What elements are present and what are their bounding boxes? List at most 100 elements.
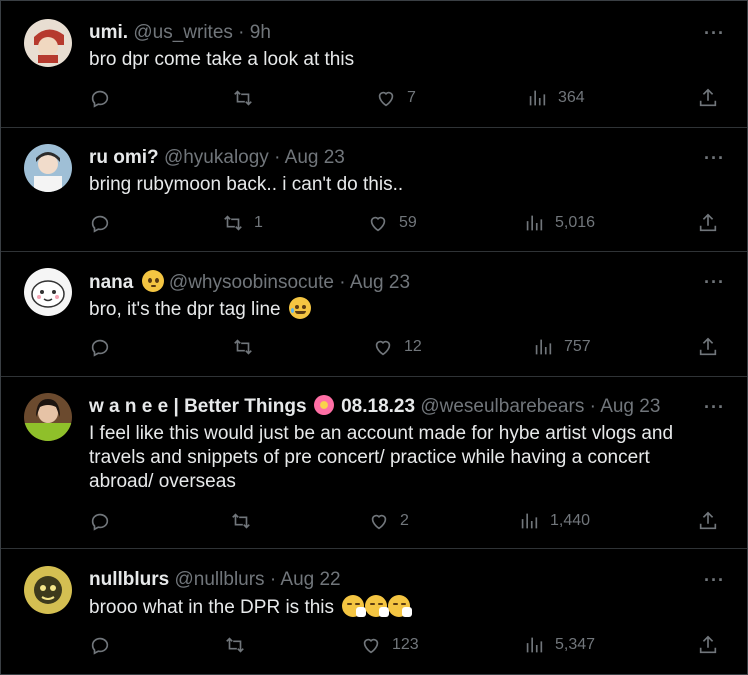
views-icon xyxy=(535,339,552,355)
separator-dot: · xyxy=(269,569,277,590)
share-icon xyxy=(699,88,717,107)
avatar[interactable] xyxy=(24,144,72,192)
timestamp[interactable]: Aug 22 xyxy=(280,569,340,590)
like-button[interactable]: 7 xyxy=(375,87,416,109)
display-name[interactable]: umi. xyxy=(89,22,128,43)
tweet[interactable]: w a n e e | Better Things 08.18.23 @wese… xyxy=(1,377,747,549)
heart-icon xyxy=(371,514,387,530)
sneezing-face-emoji-icon xyxy=(342,595,367,617)
share-button[interactable] xyxy=(697,336,719,358)
tweet-actions: 123 5,347 xyxy=(89,634,729,660)
user-handle[interactable]: @hyukalogy xyxy=(164,147,269,168)
more-icon[interactable]: ··· xyxy=(704,570,725,590)
more-icon[interactable]: ··· xyxy=(704,397,725,417)
share-button[interactable] xyxy=(697,634,719,656)
like-button[interactable]: 123 xyxy=(360,634,419,656)
tweet-header: nana @whysoobinsocute · Aug 23 xyxy=(89,270,410,295)
sneezing-face-emoji-icon xyxy=(388,595,413,617)
tweet[interactable]: umi. @us_writes · 9h ··· bro dpr come ta… xyxy=(1,1,747,128)
views-button[interactable]: 5,016 xyxy=(523,212,595,234)
views-icon xyxy=(526,215,543,231)
reply-button[interactable] xyxy=(89,212,111,234)
smiling-face-with-tear-emoji-icon xyxy=(288,297,311,319)
reply-icon xyxy=(91,339,109,357)
avatar-image xyxy=(24,566,72,614)
tweet[interactable]: nullblurs @nullblurs · Aug 22 ··· brooo … xyxy=(1,549,747,673)
sneezing-face-emoji-icon xyxy=(365,595,390,617)
share-button[interactable] xyxy=(697,510,719,532)
tweet-text: bro, it's the dpr tag line xyxy=(89,299,281,320)
like-count: 2 xyxy=(400,512,409,529)
tweet-text: I feel like this would just be an accoun… xyxy=(89,423,674,492)
more-icon[interactable]: ··· xyxy=(704,272,725,292)
more-icon[interactable]: ··· xyxy=(704,23,725,43)
view-count: 5,016 xyxy=(555,214,596,231)
heart-icon xyxy=(370,216,386,232)
retweet-button[interactable] xyxy=(230,510,252,532)
display-name[interactable]: ru omi? xyxy=(89,147,159,168)
avatar-image xyxy=(24,268,72,316)
views-button[interactable]: 757 xyxy=(532,336,591,358)
views-button[interactable]: 5,347 xyxy=(523,634,595,656)
share-button[interactable] xyxy=(697,87,719,109)
retweet-icon xyxy=(226,637,244,653)
reply-button[interactable] xyxy=(89,336,111,358)
timestamp[interactable]: 9h xyxy=(250,22,271,43)
views-icon xyxy=(521,513,538,529)
tweet[interactable]: nana @whysoobinsocute · Aug 23 ··· bro, … xyxy=(1,252,747,377)
tweet-actions: 1 59 5,016 xyxy=(89,212,729,238)
reply-icon xyxy=(91,215,109,233)
user-handle[interactable]: @us_writes xyxy=(133,22,233,43)
retweet-button[interactable] xyxy=(232,336,254,358)
share-icon xyxy=(699,511,717,530)
tweet[interactable]: ru omi? @hyukalogy · Aug 23 ··· bring ru… xyxy=(1,128,747,252)
views-button[interactable]: 364 xyxy=(526,87,585,109)
like-button[interactable]: 59 xyxy=(367,212,417,234)
user-handle[interactable]: @weseulbarebears xyxy=(420,396,584,417)
hibiscus-emoji-icon xyxy=(313,395,334,415)
avatar[interactable] xyxy=(24,566,72,614)
separator-dot: · xyxy=(589,396,596,417)
views-icon xyxy=(526,637,543,653)
reply-button[interactable] xyxy=(89,634,111,656)
retweet-button[interactable] xyxy=(232,87,254,109)
display-name[interactable]: nullblurs xyxy=(89,569,169,590)
avatar[interactable] xyxy=(24,393,72,441)
like-count: 59 xyxy=(399,214,417,231)
retweet-button[interactable] xyxy=(224,634,246,656)
reply-button[interactable] xyxy=(89,87,111,109)
timestamp[interactable]: Aug 23 xyxy=(600,396,660,417)
retweet-icon xyxy=(224,215,242,231)
heart-icon xyxy=(363,638,379,654)
tweet-text-row: bro, it's the dpr tag line xyxy=(89,297,709,322)
tweet-actions: 12 757 xyxy=(89,336,729,362)
tweet-header: umi. @us_writes · 9h xyxy=(89,21,271,45)
views-button[interactable]: 1,440 xyxy=(518,510,590,532)
display-name-suffix[interactable]: 08.18.23 xyxy=(341,396,415,417)
avatar-image xyxy=(24,19,72,67)
more-icon[interactable]: ··· xyxy=(704,148,725,168)
user-handle[interactable]: @whysoobinsocute xyxy=(169,272,334,293)
separator-dot: · xyxy=(238,22,245,43)
share-icon xyxy=(699,635,717,654)
display-name[interactable]: nana xyxy=(89,272,133,293)
timestamp[interactable]: Aug 23 xyxy=(350,272,410,293)
user-handle[interactable]: @nullblurs xyxy=(175,569,265,590)
like-button[interactable]: 12 xyxy=(372,336,422,358)
share-button[interactable] xyxy=(697,212,719,234)
reply-button[interactable] xyxy=(89,510,111,532)
timestamp[interactable]: Aug 23 xyxy=(285,147,345,168)
reply-icon xyxy=(91,90,109,108)
avatar-image xyxy=(24,144,72,192)
tweet-text: brooo what in the DPR is this xyxy=(89,597,335,618)
tweet-actions: 7 364 xyxy=(89,87,729,113)
retweet-icon xyxy=(232,513,250,529)
avatar[interactable] xyxy=(24,19,72,67)
retweet-icon xyxy=(234,90,252,106)
retweet-button[interactable]: 1 xyxy=(222,212,263,234)
avatar[interactable] xyxy=(24,268,72,316)
tweet-text: bring rubymoon back.. i can't do this.. xyxy=(89,174,404,195)
like-button[interactable]: 2 xyxy=(368,510,409,532)
display-name-prefix[interactable]: w a n e e | Better Things xyxy=(89,396,307,417)
like-count: 12 xyxy=(404,338,422,355)
